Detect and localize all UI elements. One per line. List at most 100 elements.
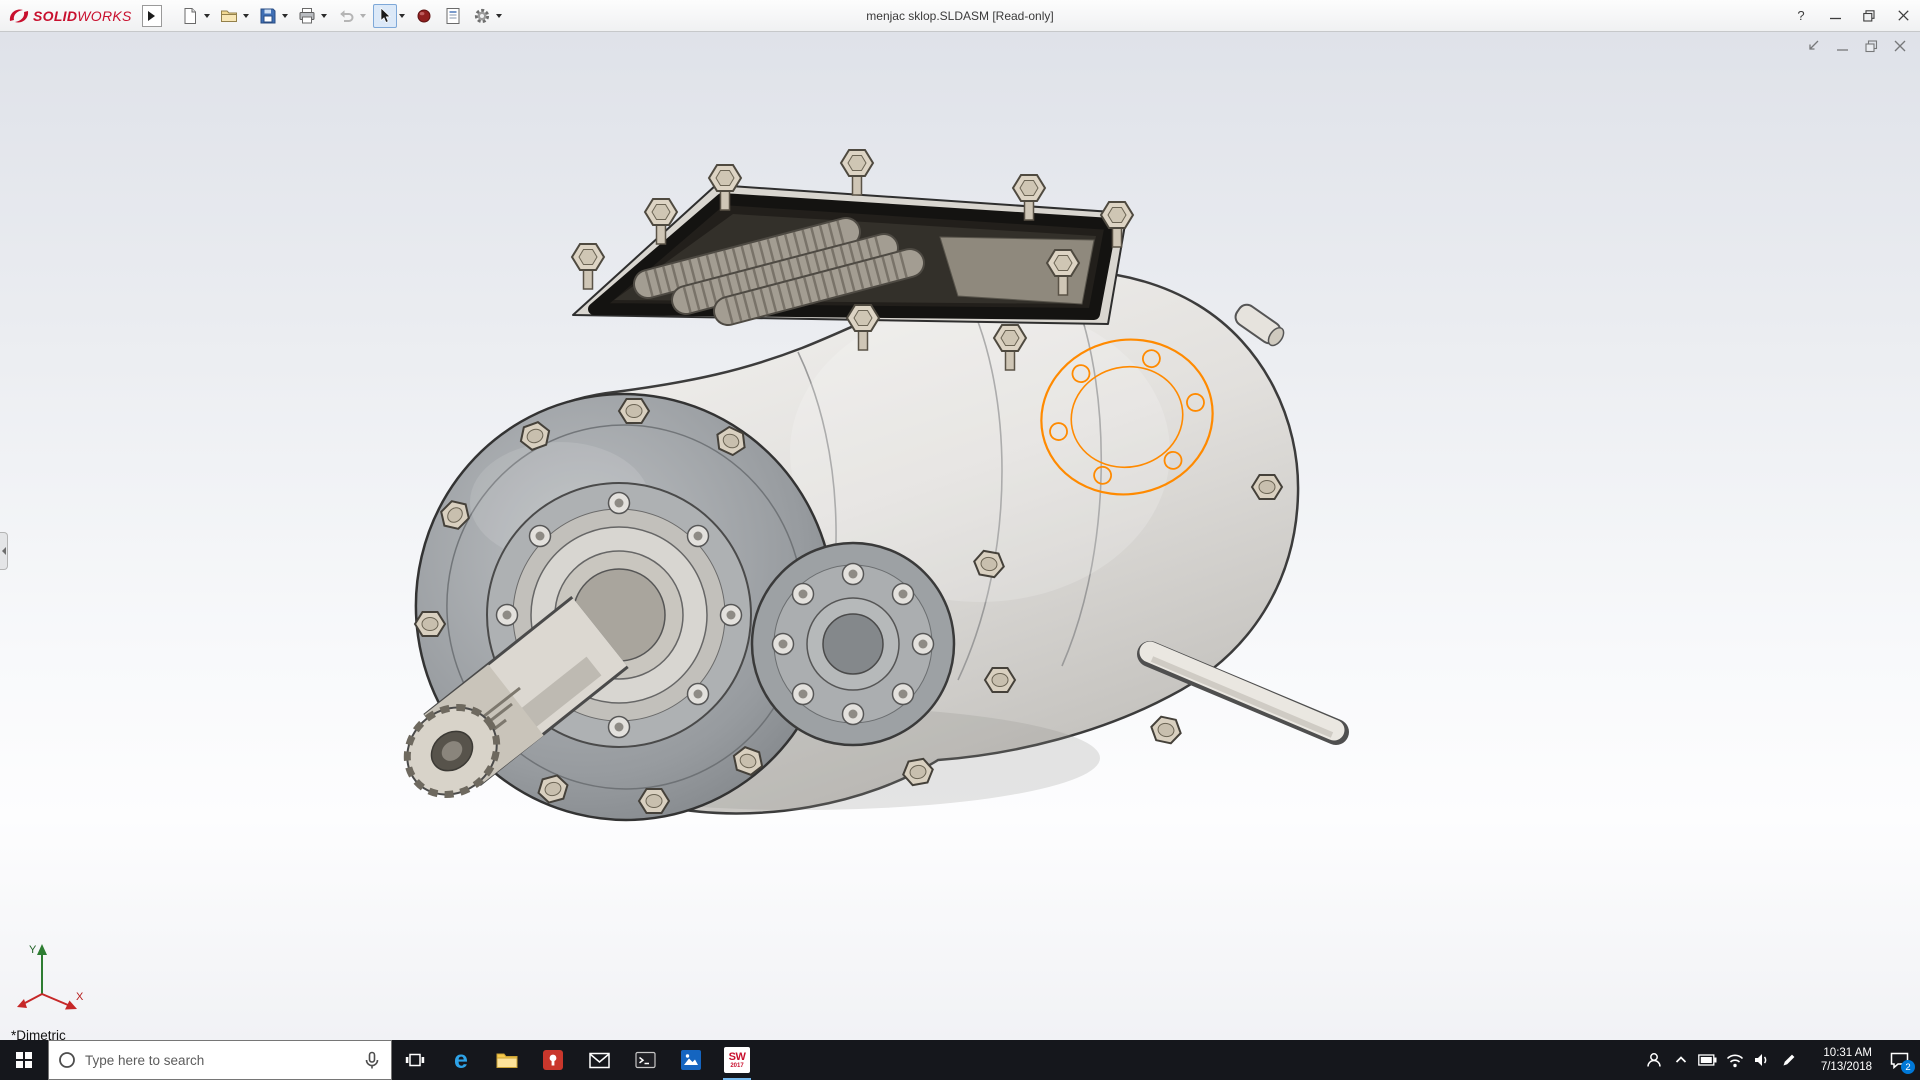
battery-button[interactable]	[1694, 1040, 1721, 1080]
dock-icon	[1806, 40, 1820, 53]
y-axis-label: Y	[29, 944, 37, 956]
close-icon	[1898, 10, 1909, 21]
doc-restore-button[interactable]	[1861, 38, 1881, 54]
hidden-icons-button[interactable]	[1667, 1040, 1694, 1080]
flyout-arrow-icon	[148, 11, 155, 21]
edge-icon: e	[454, 1048, 468, 1073]
doc-dock-button[interactable]	[1803, 38, 1823, 54]
microphone-icon[interactable]	[362, 1051, 382, 1070]
reference-triad: Y X	[6, 938, 92, 1024]
restore-icon	[1863, 10, 1875, 22]
pen-button[interactable]	[1775, 1040, 1802, 1080]
open-dropdown[interactable]	[241, 5, 251, 27]
new-document-button[interactable]	[178, 4, 202, 28]
doc-minimize-icon	[1836, 40, 1849, 53]
search-input[interactable]	[85, 1053, 353, 1068]
quick-access-toolbar	[176, 3, 506, 29]
taskbar-search[interactable]	[48, 1040, 392, 1080]
save-dropdown[interactable]	[280, 5, 290, 27]
print-button[interactable]	[295, 4, 319, 28]
new-document-dropdown[interactable]	[202, 5, 212, 27]
notification-badge: 2	[1901, 1060, 1915, 1074]
options-button[interactable]	[470, 4, 494, 28]
taskbar-app-solidworks[interactable]: SW 2017	[714, 1040, 760, 1080]
graphics-viewport[interactable]: Y X *Dimetric	[0, 32, 1920, 1040]
solidworks-logo: SOLIDWORKS	[8, 6, 132, 26]
taskbar-app-edge[interactable]: e	[438, 1040, 484, 1080]
view-orientation-label: *Dimetric	[11, 1028, 66, 1040]
cortana-icon	[58, 1051, 76, 1069]
doc-close-icon	[1894, 40, 1906, 52]
undo-dropdown[interactable]	[358, 5, 368, 27]
gear-icon	[473, 7, 491, 25]
secondary-flange[interactable]	[752, 543, 954, 745]
photos-icon	[680, 1049, 702, 1071]
doc-restore-icon	[1865, 40, 1878, 53]
clock-date: 7/13/2018	[1821, 1060, 1872, 1074]
new-document-icon	[181, 7, 199, 25]
system-tray: 10:31 AM 7/13/2018 2	[1640, 1040, 1920, 1080]
titlebar: SOLIDWORKS	[0, 0, 1920, 32]
chevron-up-icon	[1674, 1053, 1688, 1067]
doc-minimize-button[interactable]	[1832, 38, 1852, 54]
clock-time: 10:31 AM	[1823, 1046, 1872, 1060]
logo-text: SOLIDWORKS	[33, 8, 132, 24]
file-properties-button[interactable]	[441, 4, 465, 28]
select-tool-button[interactable]	[373, 4, 397, 28]
rebuild-icon	[416, 8, 432, 24]
network-button[interactable]	[1721, 1040, 1748, 1080]
action-center-button[interactable]: 2	[1878, 1040, 1920, 1080]
red-app-icon	[542, 1049, 564, 1071]
taskbar-app-red[interactable]	[530, 1040, 576, 1080]
undo-icon	[337, 7, 355, 25]
wifi-icon	[1726, 1053, 1744, 1068]
output-shaft[interactable]	[1150, 652, 1336, 735]
taskbar-app-file-explorer[interactable]	[484, 1040, 530, 1080]
y-axis-arrow	[37, 944, 47, 955]
people-button[interactable]	[1640, 1040, 1667, 1080]
taskbar-app-photos[interactable]	[668, 1040, 714, 1080]
task-view-button[interactable]	[392, 1040, 438, 1080]
console-icon	[635, 1051, 656, 1069]
print-icon	[298, 7, 316, 25]
start-button[interactable]	[0, 1040, 48, 1080]
pen-icon	[1781, 1052, 1797, 1068]
doc-close-button[interactable]	[1890, 38, 1910, 54]
minimize-button[interactable]	[1818, 0, 1852, 31]
z-axis-arrow	[17, 999, 27, 1008]
ds-swirl-icon	[8, 6, 30, 26]
open-folder-icon	[220, 7, 238, 25]
taskbar: e SW	[0, 1040, 1920, 1080]
solidworks-taskbar-icon: SW 2017	[724, 1047, 750, 1073]
speaker-icon	[1753, 1052, 1770, 1068]
battery-icon	[1698, 1054, 1717, 1066]
windows-logo-icon	[16, 1052, 32, 1068]
taskbar-clock[interactable]: 10:31 AM 7/13/2018	[1802, 1040, 1878, 1080]
open-button[interactable]	[217, 4, 241, 28]
select-cursor-icon	[377, 7, 393, 24]
file-properties-icon	[444, 7, 462, 25]
window-controls: ?	[1784, 0, 1920, 31]
task-pane-handle[interactable]	[0, 532, 8, 570]
housing-bolt[interactable]	[1252, 475, 1282, 499]
file-explorer-icon	[496, 1051, 518, 1069]
taskbar-app-console[interactable]	[622, 1040, 668, 1080]
menu-flyout-button[interactable]	[142, 5, 162, 27]
close-button[interactable]	[1886, 0, 1920, 31]
volume-button[interactable]	[1748, 1040, 1775, 1080]
chevron-left-icon	[2, 547, 6, 555]
options-dropdown[interactable]	[494, 5, 504, 27]
gearbox-model[interactable]	[0, 32, 1920, 1040]
rebuild-button[interactable]	[412, 4, 436, 28]
mail-icon	[589, 1052, 610, 1069]
help-button[interactable]: ?	[1784, 0, 1818, 31]
document-window-controls	[1803, 38, 1910, 54]
print-dropdown[interactable]	[319, 5, 329, 27]
restore-button[interactable]	[1852, 0, 1886, 31]
task-view-icon	[405, 1051, 425, 1069]
undo-button[interactable]	[334, 4, 358, 28]
taskbar-app-mail[interactable]	[576, 1040, 622, 1080]
save-button[interactable]	[256, 4, 280, 28]
housing-bolt[interactable]	[1149, 715, 1183, 745]
select-tool-dropdown[interactable]	[397, 5, 407, 27]
